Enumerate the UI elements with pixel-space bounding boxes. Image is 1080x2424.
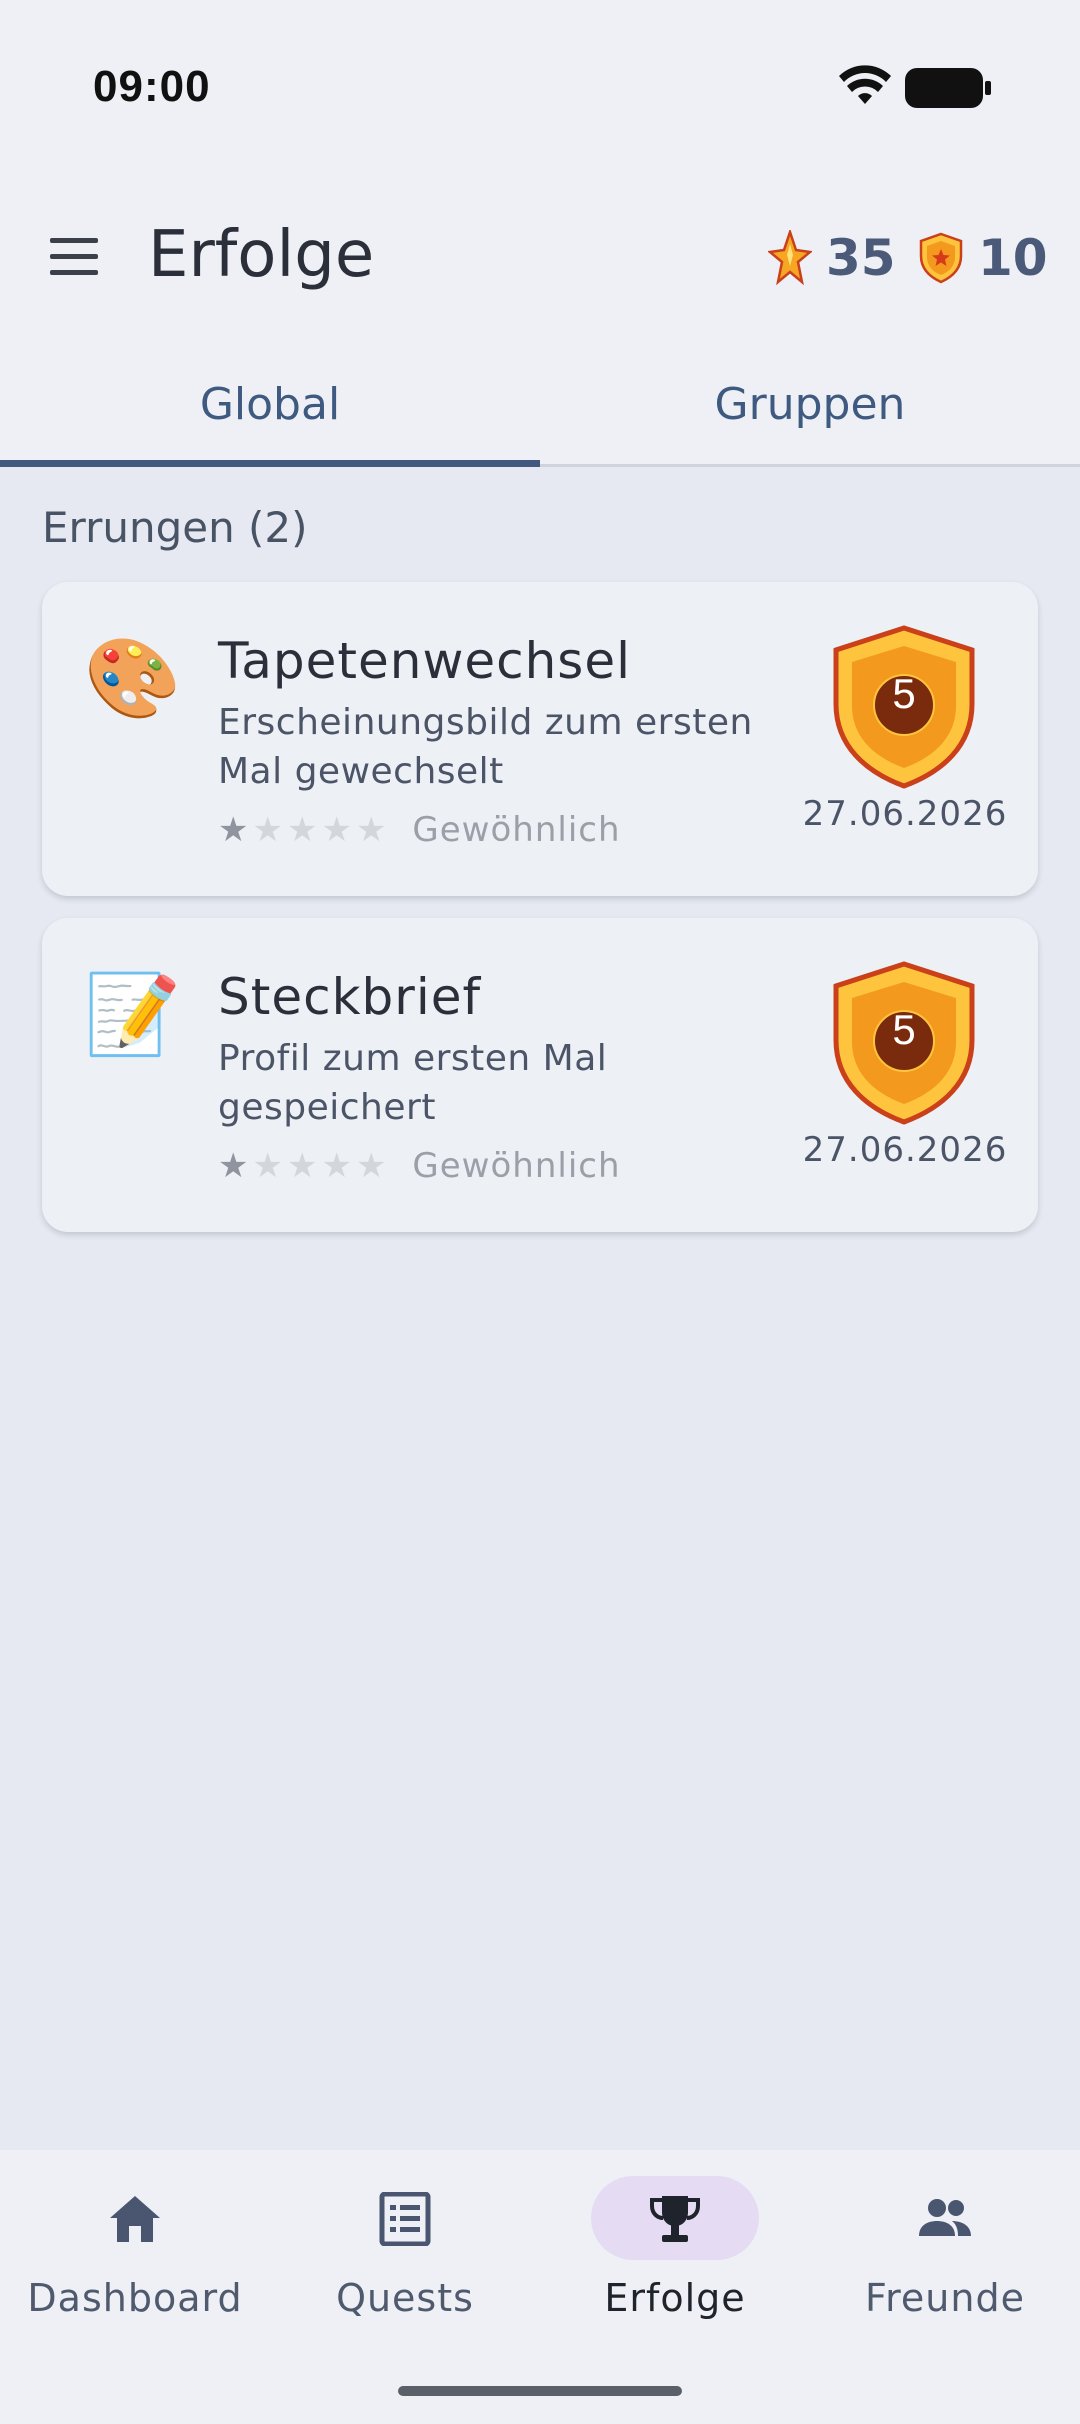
wifi-icon — [839, 65, 891, 104]
rarity-label: Gewöhnlich — [412, 1146, 621, 1186]
achievement-card[interactable]: 📝 Steckbrief Profil zum ersten Mal gespe… — [42, 918, 1038, 1232]
tab-bar: Global Gruppen — [0, 345, 1080, 467]
achievement-date: 27.06.2026 — [802, 794, 1008, 834]
tab-gruppen[interactable]: Gruppen — [540, 345, 1080, 464]
page-title: Erfolge — [148, 218, 375, 292]
points-counter[interactable]: 35 — [768, 226, 896, 290]
trophy-icon — [650, 2196, 700, 2242]
people-icon — [919, 2199, 971, 2236]
palette-icon: 🎨 — [84, 634, 182, 724]
nav-label: Quests — [336, 2276, 474, 2320]
star-icon: ★ — [218, 810, 249, 850]
badges-counter[interactable]: 10 — [918, 226, 1048, 290]
star-icon: ★ — [218, 1146, 249, 1186]
star-icon: ★ — [321, 810, 352, 850]
nav-label: Freunde — [865, 2276, 1025, 2320]
tab-global[interactable]: Global — [0, 345, 540, 467]
achievement-date: 27.06.2026 — [802, 1130, 1008, 1170]
star-icon: ★ — [252, 810, 283, 850]
star-medal-icon — [768, 230, 812, 286]
battery-icon — [905, 68, 991, 108]
achievement-rating: ★ ★ ★ ★ ★ Gewöhnlich — [218, 1146, 621, 1186]
medal-number: 5 — [892, 670, 916, 717]
nav-quests[interactable]: Quests — [270, 2176, 540, 2346]
points-value: 35 — [826, 229, 896, 287]
status-time: 09:00 — [93, 62, 211, 111]
section-header: Errungen (2) — [42, 503, 308, 552]
star-icon: ★ — [355, 810, 387, 850]
star-rating: ★ ★ ★ ★ ★ — [218, 810, 390, 850]
menu-icon[interactable] — [48, 236, 100, 276]
memo-icon: 📝 — [84, 970, 182, 1060]
nav-dashboard[interactable]: Dashboard — [0, 2176, 270, 2346]
nav-label: Erfolge — [604, 2276, 746, 2320]
achievement-rating: ★ ★ ★ ★ ★ Gewöhnlich — [218, 810, 621, 850]
achievement-card[interactable]: 🎨 Tapetenwechsel Erscheinungsbild zum er… — [42, 582, 1038, 896]
achievement-description: Profil zum ersten Mal gespeichert — [218, 1038, 608, 1128]
rarity-label: Gewöhnlich — [412, 810, 621, 850]
achievement-description: Erscheinungsbild zum ersten Mal gewechse… — [218, 702, 753, 792]
star-icon: ★ — [286, 810, 318, 850]
shield-badge-icon — [919, 232, 963, 284]
home-icon — [110, 2196, 160, 2242]
star-icon: ★ — [286, 1146, 318, 1186]
achievement-title: Steckbrief — [218, 968, 482, 1026]
status-bar: 09:00 — [0, 0, 1080, 170]
nav-label: Dashboard — [27, 2276, 243, 2320]
bottom-navigation: Dashboard Quests Erfolge Freunde — [0, 2150, 1080, 2424]
home-indicator[interactable] — [398, 2386, 682, 2396]
list-icon — [379, 2192, 431, 2246]
achievement-title: Tapetenwechsel — [218, 632, 631, 690]
top-app-bar: Erfolge 35 10 — [0, 170, 1080, 345]
star-icon: ★ — [321, 1146, 352, 1186]
medal-number: 5 — [892, 1006, 916, 1053]
nav-freunde[interactable]: Freunde — [810, 2176, 1080, 2346]
star-icon: ★ — [355, 1146, 387, 1186]
star-icon: ★ — [252, 1146, 283, 1186]
star-rating: ★ ★ ★ ★ ★ — [218, 1146, 390, 1186]
badges-value: 10 — [978, 229, 1048, 287]
nav-erfolge[interactable]: Erfolge — [540, 2176, 810, 2346]
